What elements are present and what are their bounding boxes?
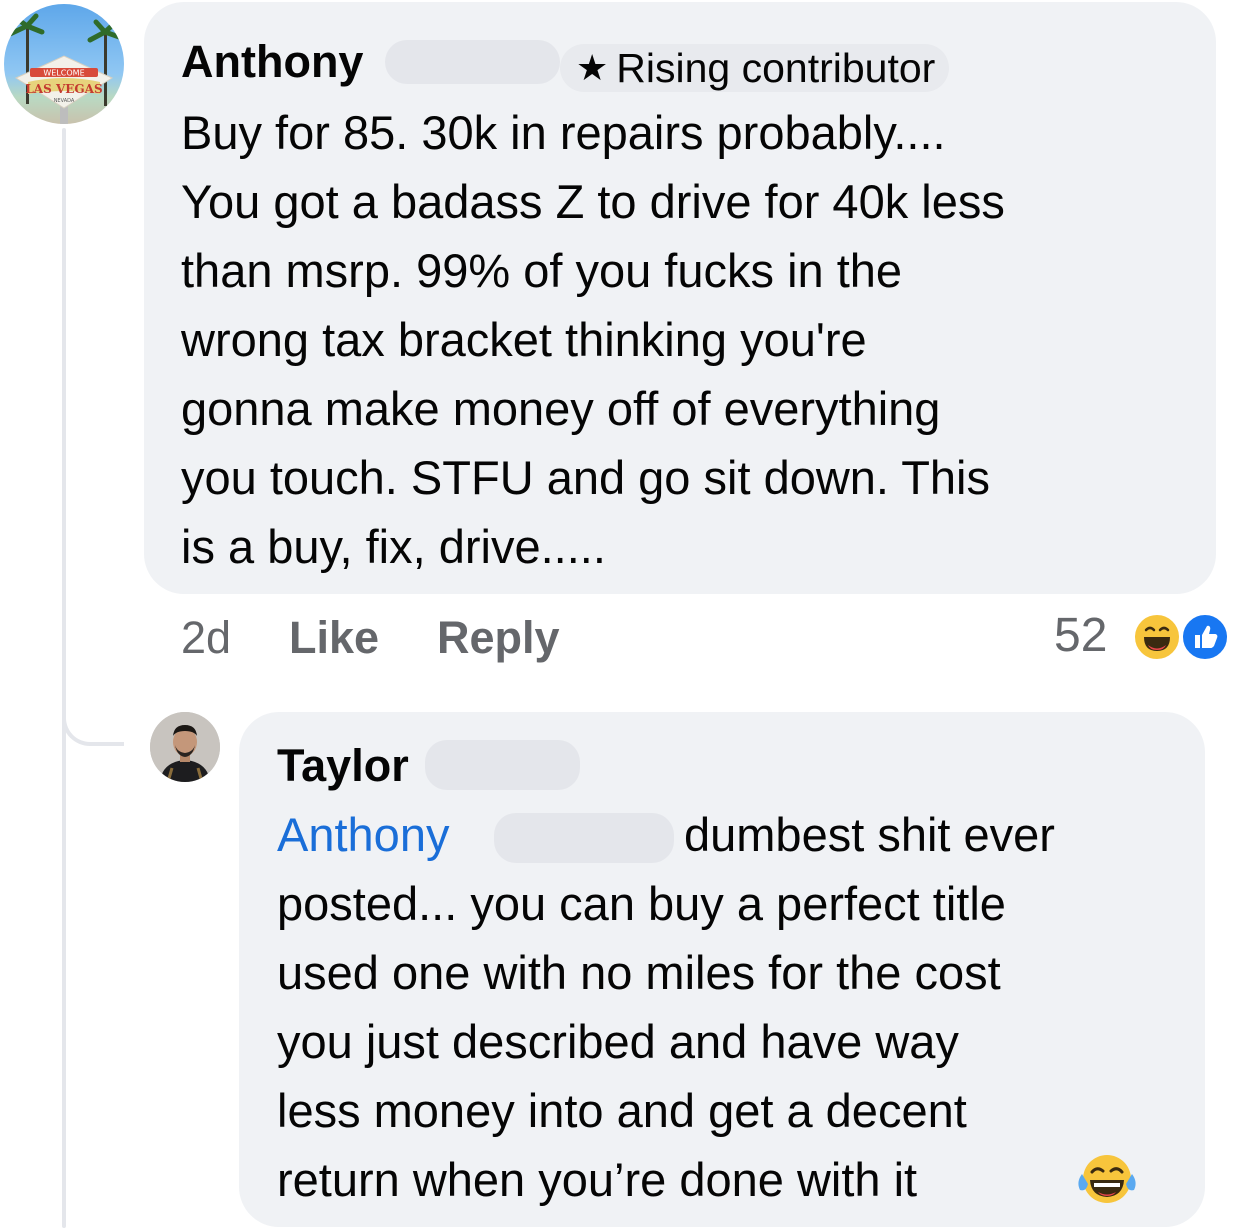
avatar-anthony[interactable]: WELCOME LAS VEGAS NEVADA [4, 4, 124, 124]
comment-text-line: used one with no miles for the cost [277, 946, 1001, 999]
comment-text-line: gonna make money off of everything [181, 382, 941, 435]
comment-text-line: Buy for 85. 30k in repairs probably.... [181, 106, 946, 159]
comment-author-name[interactable]: Anthony [181, 36, 363, 88]
star-icon: ★ [576, 47, 609, 88]
redacted-surname [425, 740, 580, 790]
redacted-surname [385, 40, 560, 84]
comment-text-line: dumbest shit ever [684, 808, 1055, 861]
badge-label: Rising contributor [616, 44, 936, 91]
reply-connector-curve [62, 690, 124, 746]
comment-text-line: you just described and have way [277, 1015, 959, 1068]
tears-of-joy-icon: 😂 [1076, 1152, 1138, 1208]
comment-text-line: You got a badass Z to drive for 40k less [181, 175, 1005, 228]
thread-connector-line [62, 128, 66, 1228]
mention-link[interactable]: Anthony [277, 800, 449, 869]
comment-text-line: wrong tax bracket thinking you're [181, 313, 867, 366]
like-button[interactable]: Like [289, 612, 379, 664]
avatar-taylor[interactable] [150, 712, 220, 782]
reaction-count[interactable]: 52 [1054, 610, 1107, 662]
comment-text-line: than msrp. 99% of you fucks in the [181, 244, 903, 297]
reply-button[interactable]: Reply [437, 612, 560, 664]
svg-text:NEVADA: NEVADA [54, 98, 75, 104]
comment-author-name[interactable]: Taylor [277, 740, 409, 792]
comment-text-line: you touch. STFU and go sit down. This [181, 451, 990, 504]
comment-text-line: less money into and get a decent [277, 1084, 967, 1137]
like-icon[interactable] [1180, 612, 1230, 662]
svg-text:LAS VEGAS: LAS VEGAS [25, 82, 102, 96]
comment-text-line: posted... you can buy a perfect title [277, 877, 1006, 930]
svg-text:WELCOME: WELCOME [43, 69, 84, 78]
redacted-mention-surname [494, 813, 674, 863]
haha-icon[interactable] [1132, 612, 1182, 662]
comment-text-line: return when you’re done with it [277, 1153, 918, 1206]
comment-timestamp[interactable]: 2d [181, 612, 231, 664]
comment-text-line: is a buy, fix, drive..... [181, 520, 606, 573]
rising-contributor-badge[interactable]: ★ Rising contributor [560, 44, 950, 92]
